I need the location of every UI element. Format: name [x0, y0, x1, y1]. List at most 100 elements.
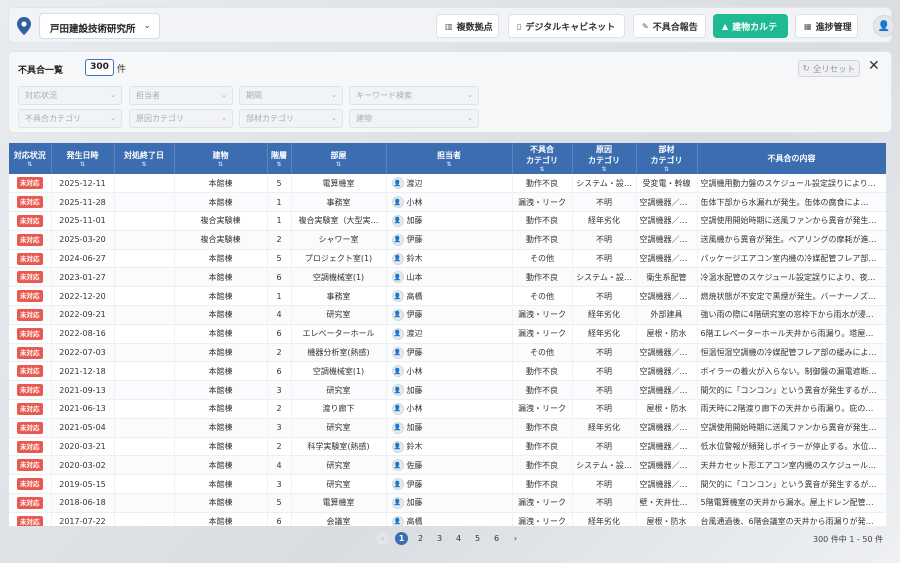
sort-icon[interactable]: ⇅: [515, 166, 570, 173]
page-button[interactable]: 4: [452, 532, 465, 545]
table-row[interactable]: 未対応 2020-03-02 本館棟 4 研究室 👤 佐藤 動作不良 システム・設… 空調機器／器…: [9, 455, 886, 476]
cell-value: 空調使用開始時期に送風ファンから異音が発生…: [700, 216, 877, 226]
filter-row2-2[interactable]: 部材カテゴリ ⌄: [239, 109, 343, 128]
page-button[interactable]: 1: [395, 532, 408, 545]
table-cell: 不明: [572, 380, 637, 401]
table-cell: 2022-09-21: [51, 305, 115, 325]
table-row[interactable]: 未対応 2020-03-21 本館棟 2 科学実験室(熱感) 👤 鈴木 動作不良 不明 空調機器／…: [9, 437, 886, 457]
table-row[interactable]: 未対応 2022-07-03 本館棟 2 機器分析室(熱感) 👤 伊藤 その他 不明 空調機器／器…: [9, 343, 886, 363]
table-cell: 本館棟: [174, 249, 268, 269]
status-badge: 未対応: [17, 177, 43, 190]
sort-icon[interactable]: ⇅: [639, 166, 695, 173]
sort-icon[interactable]: ⇅: [575, 166, 634, 173]
column-header[interactable]: 不具合の内容: [697, 143, 886, 174]
column-header[interactable]: 階層 ⇅: [267, 143, 292, 174]
close-icon[interactable]: ✕: [868, 58, 880, 74]
user-avatar-button[interactable]: 👤: [873, 15, 895, 37]
page-button[interactable]: 5: [471, 532, 484, 545]
assignee: 👤 伊藤: [390, 478, 509, 491]
table-cell: 3: [267, 474, 292, 495]
status-badge: 未対応: [17, 515, 43, 526]
page-button[interactable]: 6: [490, 532, 503, 545]
table-row[interactable]: 未対応 2017-07-22 本館棟 6 会議室 👤 高橋 漏洩・リーク 経年劣化 屋根・防水 台風…: [9, 512, 886, 526]
table-row[interactable]: 未対応 2025-12-11 本館棟 5 電算機室 👤 渡辺 動作不良 システム・設… 受変電・幹…: [9, 174, 886, 194]
nav-calendar-button[interactable]: ▦ 進捗管理: [795, 14, 858, 38]
column-header[interactable]: 不具合 カテゴリ ⇅: [512, 143, 573, 174]
cell-value: 2023-01-27: [59, 272, 106, 282]
organization-selector[interactable]: 戸田建設技術研究所 ⌄: [39, 13, 160, 39]
column-header[interactable]: 担当者 ⇅: [386, 143, 513, 174]
sort-icon[interactable]: ⇅: [294, 161, 384, 168]
nav-edit-button[interactable]: ✎ 不具合報告: [633, 14, 706, 38]
reset-icon: ↻: [802, 63, 810, 74]
table-row[interactable]: 未対応 2023-01-27 本館棟 6 空調機械室(1) 👤 山本 動作不良 システム・設… 衛…: [9, 267, 886, 288]
cell-value: 漏洩・リーク: [518, 517, 566, 526]
table-row[interactable]: 未対応 2022-08-16 本館棟 6 エレベーターホール 👤 渡辺 漏洩・リーク 経年劣化屋…: [9, 324, 886, 344]
user-icon: 👤: [877, 20, 891, 32]
filter-row1-1[interactable]: 担当者 ⌄: [129, 86, 233, 105]
table-row[interactable]: 未対応 2025-03-20 複合実験棟 2 シャワー室 👤 伊藤 動作不良 不明 空調機器／器……: [9, 230, 886, 250]
table-row[interactable]: 未対応 2025-11-01 複合実験棟 1 複合実験室（大型実… 👤 加藤 動作不良 経年劣化…: [9, 211, 886, 231]
filter-row2-3[interactable]: 建物 ⌄: [349, 109, 479, 128]
cell-value: 経年劣化: [588, 216, 620, 226]
sort-icon[interactable]: ⇅: [389, 161, 510, 168]
cell-value: 3: [276, 385, 282, 395]
table-row[interactable]: 未対応 2022-12-20 本館棟 1 事務室 👤 高橋 その他 不明 空調機器／器… 燃焼状態が…: [9, 286, 886, 307]
filter-row1-3[interactable]: キーワード検索 ⌄: [349, 86, 479, 105]
table-cell: 2024-06-27: [51, 249, 115, 269]
table-cell: 本館棟: [174, 380, 268, 401]
sort-icon[interactable]: ⇅: [54, 161, 112, 168]
table-cell: 👤 小林: [386, 192, 513, 213]
cell-value: 本館棟: [208, 517, 233, 526]
cell-value: シャワー室: [318, 235, 359, 245]
filter-row2-0[interactable]: 不具合カテゴリ ⌄: [18, 109, 122, 128]
cell-value: 不明: [596, 479, 612, 489]
cell-value: 6: [276, 272, 282, 282]
table-cell: 不明: [572, 474, 637, 495]
nav-chart-button[interactable]: ▲ 建物カルテ: [713, 14, 788, 38]
filter-placeholder: 部材カテゴリ: [246, 114, 294, 123]
page-button[interactable]: 3: [433, 532, 446, 545]
chevron-down-icon: ⌄: [221, 114, 227, 122]
filter-row1-0[interactable]: 対応状況 ⌄: [18, 86, 122, 105]
table-cell: 複合実験棟: [174, 230, 268, 250]
sort-icon[interactable]: ⇅: [177, 161, 265, 168]
table-row[interactable]: 未対応 2022-09-21 本館棟 4 研究室 👤 伊藤 漏洩・リーク 経年劣化 外部建具 強い雨…: [9, 305, 886, 325]
nav-document-button[interactable]: ▯ デジタルキャビネット: [508, 14, 625, 38]
previous-page-button[interactable]: ‹: [376, 532, 389, 545]
sort-icon[interactable]: ⇅: [117, 161, 172, 168]
column-header[interactable]: 対応状況 ⇅: [9, 143, 52, 174]
table-row[interactable]: 未対応 2021-05-04 本館棟 3 研究室 👤 加藤 動作不良 経年劣化 空調機器／器… 空調…: [9, 418, 886, 438]
column-header[interactable]: 対処終了日 ⇅: [114, 143, 175, 174]
table-row[interactable]: 未対応 2025-11-28 本館棟 1 事務室 👤 小林 漏洩・リーク 不明 空調機器／器… 缶体…: [9, 192, 886, 213]
cell-value: 燃焼状態が不安定で黒煙が発生。バーナーノズ…: [700, 291, 877, 301]
next-page-button[interactable]: ›: [509, 532, 522, 545]
column-header[interactable]: 原因 カテゴリ ⇅: [572, 143, 637, 174]
table-row[interactable]: 未対応 2021-06-13 本館棟 2 渡り廊下 👤 小林 漏洩・リーク 不明 屋根・防水 雨天時…: [9, 399, 886, 419]
filter-row1-2[interactable]: 期間 ⌄: [239, 86, 343, 105]
cell-value: ボイラーの着火が入らない。制御盤の漏電遮断…: [700, 366, 877, 376]
table-row[interactable]: 未対応 2021-09-13 本館棟 3 研究室 👤 加藤 動作不良 不明 空調機器／器… 間欠的に…: [9, 380, 886, 401]
table-row[interactable]: 未対応 2021-12-18 本館棟 6 空調機械室(1) 👤 小林 動作不良 不明 空調機器／器…: [9, 361, 886, 382]
column-header[interactable]: 発生日時 ⇅: [51, 143, 115, 174]
table-row[interactable]: 未対応 2018-06-18 本館棟 5 電算機室 👤 加藤 漏洩・リーク 不明 壁・天井仕上… 5…: [9, 493, 886, 513]
table-cell: 不明: [572, 249, 637, 269]
cell-value: 複合実験棟: [200, 216, 241, 226]
table-cell: エレベーターホール: [291, 324, 387, 344]
assignee-name: 高橋: [406, 517, 423, 526]
pagination-info: 300 件中 1 - 50 件: [813, 535, 884, 544]
sort-icon[interactable]: ⇅: [11, 161, 49, 168]
table-row[interactable]: 未対応 2024-06-27 本館棟 5 プロジェクト室(1) 👤 鈴木 その他 不明 空調機器／…: [9, 249, 886, 269]
sort-icon[interactable]: ⇅: [270, 161, 289, 168]
table-cell: 研究室: [291, 455, 387, 476]
reset-all-button[interactable]: ↻ 全リセット: [798, 60, 860, 77]
column-header[interactable]: 部材 カテゴリ ⇅: [636, 143, 698, 174]
nav-building-button[interactable]: ▥ 複数拠点: [436, 14, 499, 38]
table-row[interactable]: 未対応 2019-05-15 本館棟 3 研究室 👤 伊藤 動作不良 不明 空調機器／器… 間欠的に…: [9, 474, 886, 495]
table-cell: 空調機器／器…: [636, 286, 698, 307]
cell-value: 間欠的に「コンコン」という異音が発生するが…: [700, 479, 877, 489]
page-button[interactable]: 2: [414, 532, 427, 545]
filter-row2-1[interactable]: 原因カテゴリ ⌄: [129, 109, 233, 128]
column-header[interactable]: 部屋 ⇅: [291, 143, 387, 174]
column-header[interactable]: 建物 ⇅: [174, 143, 268, 174]
